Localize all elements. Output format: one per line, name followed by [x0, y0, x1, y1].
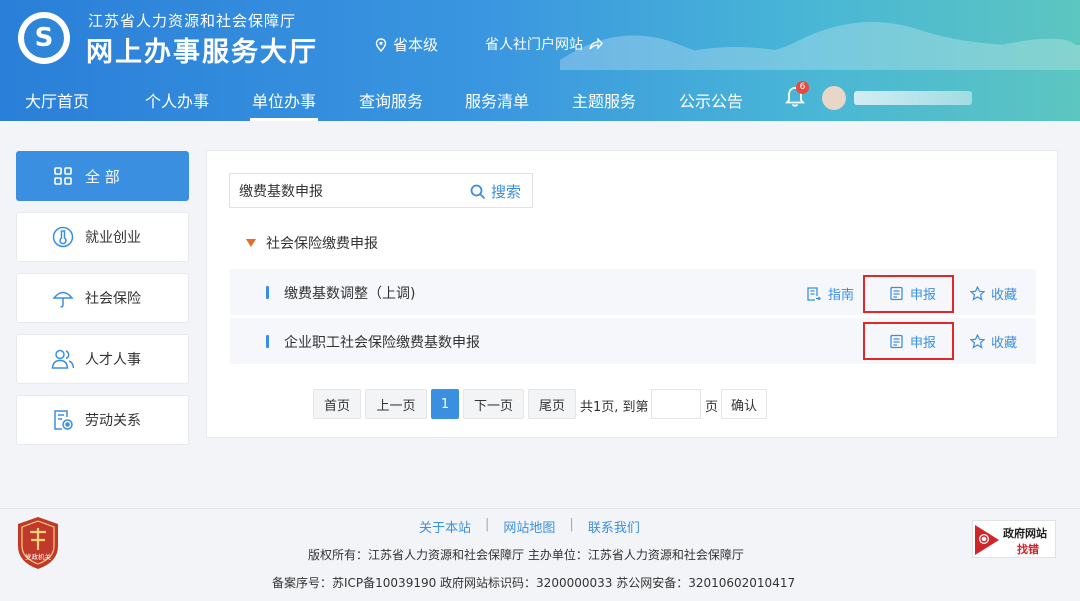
page-first-button[interactable]: 首页 — [313, 389, 361, 419]
footer-separator: | — [485, 517, 490, 532]
nav-corporate[interactable]: 单位办事 — [249, 88, 319, 121]
footer-copyright: 版权所有：江苏省人力资源和社会保障厅 主办单位：江苏省人力资源和社会保障厅 — [308, 548, 744, 562]
avatar[interactable] — [822, 86, 846, 110]
footer-link-sitemap[interactable]: 网站地图 — [503, 517, 555, 536]
sidebar-item-labor-relations[interactable]: 劳动关系 — [16, 395, 189, 445]
document-gear-icon — [51, 408, 75, 432]
notification-badge: 6 — [796, 81, 809, 94]
page-unit: 页 — [705, 400, 719, 415]
footer-record: 备案序号：苏ICP备10039190 政府网站标识码：3200000033 苏公… — [272, 576, 796, 590]
expand-triangle-icon — [246, 239, 256, 247]
user-name-redacted[interactable] — [854, 91, 972, 105]
location-pin-icon — [375, 37, 387, 52]
nav-announcements[interactable]: 公示公告 — [679, 88, 743, 112]
error-report-badge[interactable]: 政府网站 找错 — [972, 520, 1056, 558]
site-logo[interactable]: S — [18, 12, 70, 64]
location-label: 省本级 — [393, 36, 439, 54]
site-title: 网上办事服务大厅 — [86, 37, 318, 68]
sidebar-item-talent[interactable]: 人才人事 — [16, 334, 189, 384]
sidebar-item-label: 社会保险 — [85, 291, 141, 307]
guide-icon — [807, 286, 821, 301]
error-badge-action: 找错 — [1017, 543, 1039, 556]
party-gov-emblem[interactable]: 党政机关 — [16, 516, 60, 570]
footer-links: 关于本站 | 网站地图 | 联系我们 — [419, 517, 640, 536]
portal-link-label: 省人社门户网站 — [485, 37, 583, 53]
grid-icon — [51, 164, 75, 188]
search-input[interactable] — [230, 174, 460, 207]
site-subtitle: 江苏省人力资源和社会保障厅 — [88, 12, 297, 30]
error-badge-title: 政府网站 — [1003, 527, 1047, 540]
landscape-decoration — [560, 22, 1080, 70]
page-jump-input[interactable] — [651, 389, 701, 419]
page-next-button[interactable]: 下一页 — [463, 389, 524, 419]
row-marker — [266, 335, 269, 348]
main-nav: 大厅首页 个人办事 单位办事 查询服务 服务清单 主题服务 公示公告 6 — [0, 76, 1080, 121]
nav-theme[interactable]: 主题服务 — [572, 88, 636, 112]
guide-label: 指南 — [828, 288, 855, 303]
magnifier-badge-icon — [975, 525, 999, 555]
star-icon — [970, 334, 985, 349]
sidebar-item-label: 就业创业 — [85, 230, 141, 246]
footer-link-contact[interactable]: 联系我们 — [588, 517, 640, 536]
sidebar-item-label: 劳动关系 — [85, 413, 141, 429]
favorite-label: 收藏 — [991, 336, 1018, 351]
search-box: 搜索 — [229, 173, 533, 208]
highlight-box — [863, 275, 954, 313]
page-current-button[interactable]: 1 — [431, 389, 459, 419]
svg-text:党政机关: 党政机关 — [25, 552, 52, 561]
favorite-button[interactable]: 收藏 — [970, 332, 1017, 351]
page-confirm-button[interactable]: 确认 — [721, 389, 767, 419]
people-icon — [51, 347, 75, 371]
star-icon — [970, 286, 985, 301]
footer-separator: | — [569, 517, 574, 532]
header: S 江苏省人力资源和社会保障厅 网上办事服务大厅 省本级 省人社门户网站 大厅首… — [0, 0, 1080, 121]
favorite-label: 收藏 — [991, 288, 1018, 303]
category-label: 社会保险缴费申报 — [266, 236, 378, 252]
nav-personal[interactable]: 个人办事 — [145, 88, 209, 112]
footer-link-about[interactable]: 关于本站 — [419, 517, 471, 536]
row-title[interactable]: 缴费基数调整（上调) — [284, 283, 415, 303]
umbrella-icon — [51, 286, 75, 310]
guide-button[interactable]: 指南 — [806, 284, 854, 303]
row-title[interactable]: 企业职工社会保险缴费基数申报 — [284, 332, 480, 352]
page-last-button[interactable]: 尾页 — [528, 389, 576, 419]
nav-service-list[interactable]: 服务清单 — [465, 88, 529, 112]
sidebar-item-label: 全 部 — [85, 167, 120, 186]
sidebar-item-social-insurance[interactable]: 社会保险 — [16, 273, 189, 323]
location-selector[interactable]: 省本级 — [375, 34, 438, 55]
row-marker — [266, 286, 269, 299]
sidebar-item-employment[interactable]: 就业创业 — [16, 212, 189, 262]
search-button[interactable]: 搜索 — [470, 181, 521, 202]
search-icon — [470, 184, 486, 199]
page-summary: 共1页, 到第 — [580, 400, 649, 415]
sidebar-item-all[interactable]: 全 部 — [16, 151, 189, 201]
category-header[interactable]: 社会保险缴费申报 — [246, 233, 378, 253]
favorite-button[interactable]: 收藏 — [970, 284, 1017, 303]
sidebar-item-label: 人才人事 — [85, 352, 141, 368]
highlight-box — [863, 322, 954, 360]
page-prev-button[interactable]: 上一页 — [365, 389, 427, 419]
nav-query[interactable]: 查询服务 — [359, 88, 423, 112]
search-button-label: 搜索 — [491, 183, 522, 201]
share-arrow-icon — [589, 38, 603, 50]
portal-link[interactable]: 省人社门户网站 — [485, 34, 603, 54]
nav-home[interactable]: 大厅首页 — [25, 88, 89, 112]
thermometer-icon — [51, 225, 75, 249]
